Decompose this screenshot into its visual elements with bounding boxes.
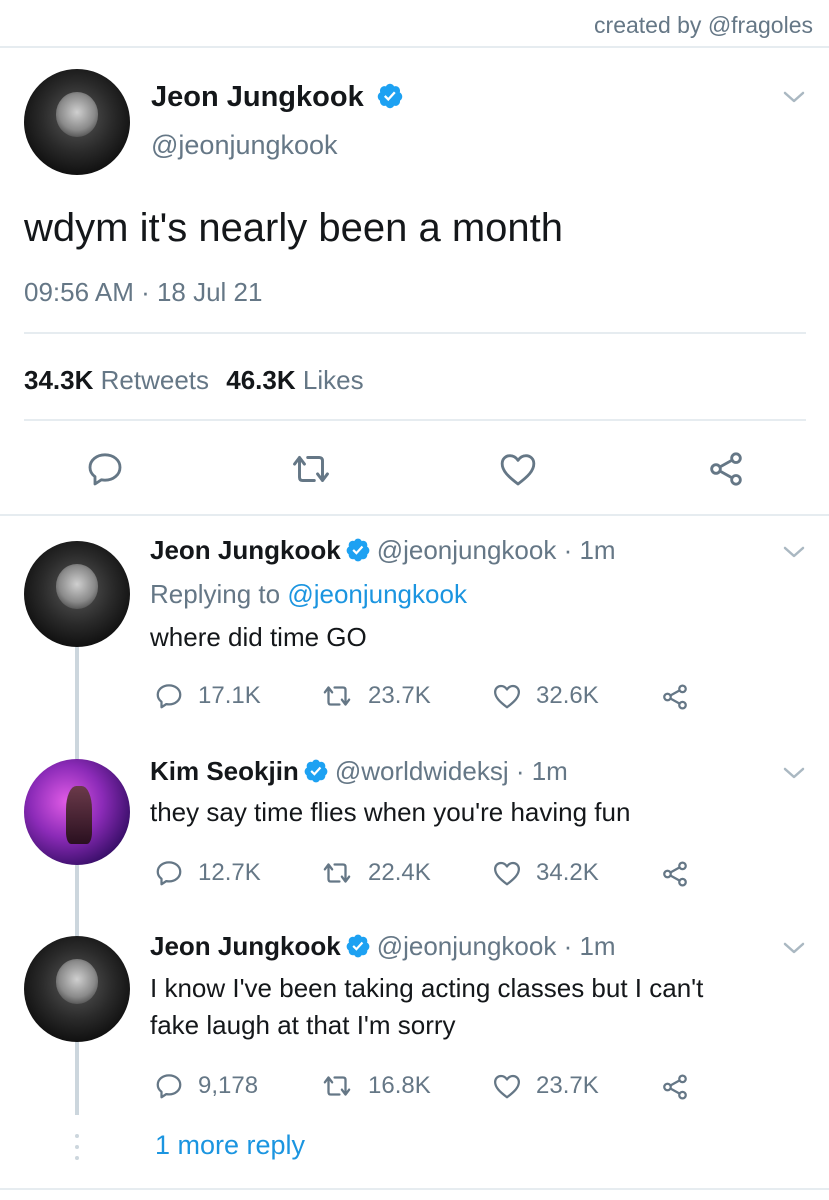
- verified-badge-icon: [304, 759, 328, 783]
- retweet-action[interactable]: 16.8K: [320, 1071, 431, 1101]
- avatar[interactable]: [24, 759, 130, 865]
- avatar[interactable]: [24, 69, 130, 175]
- share-icon[interactable]: [706, 449, 746, 489]
- like-count: 23.7K: [536, 1072, 599, 1099]
- share-icon[interactable]: [660, 859, 690, 889]
- retweet-icon: [323, 686, 351, 706]
- reply-action[interactable]: 9,178: [154, 1071, 258, 1101]
- divider: [24, 332, 806, 334]
- divider: [24, 419, 806, 421]
- chevron-down-icon[interactable]: [782, 764, 806, 782]
- retweet-count: 23.7K: [368, 682, 431, 709]
- thread-dot: [75, 1156, 79, 1160]
- divider: [0, 46, 829, 48]
- retweet-action[interactable]: 22.4K: [320, 858, 431, 888]
- replying-to-label: Replying to: [150, 579, 281, 609]
- reply-action[interactable]: 17.1K: [154, 681, 261, 711]
- reply-author-name[interactable]: Jeon Jungkook: [150, 535, 341, 565]
- divider: [0, 1188, 829, 1190]
- avatar[interactable]: [24, 541, 130, 647]
- reply-text-line: fake laugh at that I'm sorry: [150, 1010, 456, 1040]
- reply-action[interactable]: 12.7K: [154, 858, 261, 888]
- like-icon[interactable]: [498, 450, 538, 488]
- retweets-label: Retweets: [100, 365, 210, 395]
- like-icon: [494, 1074, 520, 1099]
- like-icon: [494, 684, 520, 709]
- reply-text: where did time GO: [150, 622, 367, 652]
- reply-count: 9,178: [198, 1072, 259, 1099]
- retweet-count: 16.8K: [368, 1072, 431, 1099]
- chevron-down-icon[interactable]: [782, 543, 806, 561]
- replying-to: Replying to @jeonjungkook: [150, 579, 467, 610]
- retweet-action[interactable]: 23.7K: [320, 681, 431, 711]
- like-icon: [494, 861, 520, 886]
- likes-stat[interactable]: 46.3K Likes: [226, 365, 363, 395]
- retweets-stat[interactable]: 34.3K Retweets: [24, 365, 209, 395]
- tweet-stats: 34.3K Retweets 46.3K Likes: [24, 365, 364, 396]
- author-name[interactable]: Jeon Jungkook: [151, 81, 364, 113]
- thread-connector: [75, 645, 79, 1115]
- share-icon[interactable]: [660, 682, 690, 712]
- avatar[interactable]: [24, 936, 130, 1042]
- reply-author-name[interactable]: Jeon Jungkook: [150, 931, 341, 961]
- reply-time: · 1m: [563, 931, 616, 961]
- verified-badge-icon: [346, 934, 370, 958]
- reply-icon: [156, 1074, 182, 1099]
- likes-count: 46.3K: [226, 365, 296, 395]
- reply-author-handle[interactable]: @worldwideksj: [335, 756, 509, 786]
- share-icon[interactable]: [660, 1072, 690, 1102]
- divider: [0, 514, 829, 516]
- verified-badge-icon: [346, 538, 370, 562]
- reply-count: 17.1K: [198, 682, 261, 709]
- reply-author-handle[interactable]: @jeonjungkook: [377, 535, 557, 565]
- verified-badge-icon: [377, 84, 403, 109]
- chevron-down-icon[interactable]: [782, 88, 806, 106]
- tweet-author: Jeon Jungkook: [151, 81, 404, 114]
- reply-author-handle[interactable]: @jeonjungkook: [377, 931, 557, 961]
- like-action[interactable]: 23.7K: [492, 1071, 599, 1101]
- more-replies-link[interactable]: 1 more reply: [155, 1130, 305, 1161]
- retweet-icon: [323, 863, 351, 883]
- like-action[interactable]: 32.6K: [492, 681, 599, 711]
- retweet-icon: [323, 1076, 351, 1096]
- like-count: 32.6K: [536, 682, 599, 709]
- reply-icon: [156, 684, 182, 709]
- likes-label: Likes: [302, 365, 364, 395]
- reply-icon: [156, 861, 182, 886]
- reply-text-line: I know I've been taking acting classes b…: [150, 973, 704, 1003]
- retweet-icon[interactable]: [288, 449, 334, 489]
- thread-dot: [75, 1134, 79, 1138]
- retweets-count: 34.3K: [24, 365, 94, 395]
- watermark: created by @fragoles: [594, 12, 813, 38]
- thread-dot: [75, 1145, 79, 1149]
- tweet-text: wdym it's nearly been a month: [24, 206, 564, 250]
- tweet-timestamp[interactable]: 09:56 AM · 18 Jul 21: [24, 277, 262, 308]
- reply-icon[interactable]: [85, 449, 125, 489]
- reply-time: · 1m: [563, 535, 616, 565]
- reply-text: they say time flies when you're having f…: [150, 797, 631, 827]
- replying-to-link[interactable]: @jeonjungkook: [287, 579, 467, 609]
- like-action[interactable]: 34.2K: [492, 858, 599, 888]
- reply-time: · 1m: [515, 756, 568, 786]
- author-handle[interactable]: @jeonjungkook: [151, 130, 338, 161]
- reply-header: Jeon Jungkook @jeonjungkook · 1m: [150, 931, 616, 962]
- reply-author-name[interactable]: Kim Seokjin: [150, 756, 299, 786]
- retweet-count: 22.4K: [368, 859, 431, 886]
- reply-header: Jeon Jungkook @jeonjungkook · 1m: [150, 535, 616, 566]
- like-count: 34.2K: [536, 859, 599, 886]
- reply-header: Kim Seokjin @worldwideksj · 1m: [150, 756, 568, 787]
- reply-count: 12.7K: [198, 859, 261, 886]
- chevron-down-icon[interactable]: [782, 939, 806, 957]
